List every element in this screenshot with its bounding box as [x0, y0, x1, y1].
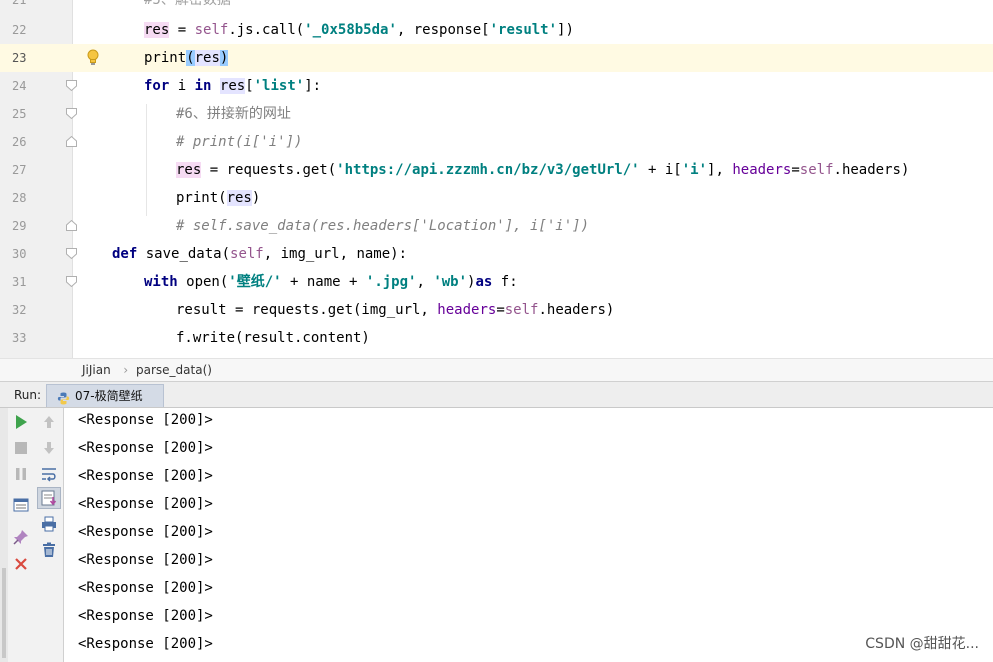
line-number: 31	[12, 275, 27, 289]
line-number: 32	[12, 303, 27, 317]
code-line-25[interactable]: 25 #6、拼接新的网址	[0, 100, 993, 128]
close-icon[interactable]	[12, 555, 30, 573]
run-label: Run:	[14, 388, 42, 402]
watermark: CSDN @甜甜花...	[865, 636, 979, 652]
line-number: 30	[12, 247, 27, 261]
run-toolbar-primary	[8, 408, 36, 662]
code-comment: #5、解密数据	[144, 0, 231, 8]
code-line-33[interactable]: 33 f.write(result.content)	[0, 324, 993, 352]
console-output[interactable]: <Response [200]> <Response [200]> <Respo…	[64, 408, 993, 662]
trash-icon[interactable]	[40, 541, 58, 559]
lightbulb-icon[interactable]	[86, 49, 100, 67]
code-line-24[interactable]: 24 for i in res['list']:	[0, 72, 993, 100]
code-line-32[interactable]: 32 result = requests.get(img_url, header…	[0, 296, 993, 324]
console-line: <Response [200]>	[78, 496, 213, 512]
code-text: with open('壁纸/' + name + '.jpg', 'wb')as…	[144, 274, 518, 290]
code-line-29[interactable]: 29 # self.save_data(res.headers['Locatio…	[0, 212, 993, 240]
run-tab-label: 07-极简壁纸	[75, 389, 143, 403]
run-icon[interactable]	[12, 413, 30, 431]
breadcrumb-separator: ›	[122, 363, 130, 377]
code-comment: # self.save_data(res.headers['Location']…	[176, 218, 590, 234]
fold-marker-icon[interactable]	[66, 108, 77, 119]
arrow-up-icon[interactable]	[40, 413, 58, 431]
fold-end-icon[interactable]	[66, 220, 77, 231]
console-line: <Response [200]>	[78, 552, 213, 568]
breadcrumb-item-class[interactable]: JiJian	[82, 359, 111, 383]
code-line-31[interactable]: 31 with open('壁纸/' + name + '.jpg', 'wb'…	[0, 268, 993, 296]
stop-icon[interactable]	[12, 439, 30, 457]
breadcrumb-item-function[interactable]: parse_data()	[136, 359, 212, 383]
console-line: <Response [200]>	[78, 468, 213, 484]
console-line: <Response [200]>	[78, 412, 213, 428]
code-line-21[interactable]: 21 #5、解密数据	[0, 0, 993, 14]
pause-icon[interactable]	[12, 465, 30, 483]
line-number: 27	[12, 163, 27, 177]
run-toolbar-secondary	[35, 408, 64, 662]
console-line: <Response [200]>	[78, 524, 213, 540]
line-number: 22	[12, 23, 27, 37]
code-line-27[interactable]: 27 res = requests.get('https://api.zzzmh…	[0, 156, 993, 184]
code-text: print(res)	[144, 50, 229, 66]
fold-marker-icon[interactable]	[66, 276, 77, 287]
fold-end-icon[interactable]	[66, 136, 77, 147]
code-text: def save_data(self, img_url, name):	[112, 246, 408, 262]
run-tab[interactable]: 07-极简壁纸	[46, 384, 164, 407]
line-number: 25	[12, 107, 27, 121]
line-number: 23	[12, 51, 27, 65]
code-text: print(res)	[176, 190, 261, 206]
python-file-icon	[57, 390, 70, 405]
code-line-23-current[interactable]: 23 print(res)	[0, 44, 993, 72]
pin-icon[interactable]	[12, 528, 30, 546]
layout-icon[interactable]	[12, 496, 30, 514]
code-line-28[interactable]: 28 print(res)	[0, 184, 993, 212]
console-line: <Response [200]>	[78, 440, 213, 456]
code-text: result = requests.get(img_url, headers=s…	[176, 302, 615, 318]
code-text: for i in res['list']:	[144, 78, 322, 94]
console-line: <Response [200]>	[78, 636, 213, 652]
fold-marker-icon[interactable]	[66, 80, 77, 91]
fold-marker-icon[interactable]	[66, 248, 77, 259]
line-number: 24	[12, 79, 27, 93]
run-panel-header: Run: 07-极简壁纸	[0, 382, 993, 408]
arrow-down-icon[interactable]	[40, 439, 58, 457]
line-number: 29	[12, 219, 27, 233]
code-editor[interactable]: 21 #5、解密数据 22 res = self.js.call('_0x58b…	[0, 0, 993, 358]
line-number: 21	[12, 0, 27, 7]
code-comment: #6、拼接新的网址	[176, 106, 291, 122]
line-number: 26	[12, 135, 27, 149]
code-text: res = requests.get('https://api.zzzmh.cn…	[176, 162, 910, 178]
breadcrumb: JiJian › parse_data()	[0, 358, 993, 382]
scroll-to-end-icon[interactable]	[37, 487, 61, 509]
line-number: 33	[12, 331, 27, 345]
code-line-26[interactable]: 26 # print(i['i'])	[0, 128, 993, 156]
code-line-22[interactable]: 22 res = self.js.call('_0x58b5da', respo…	[0, 16, 993, 44]
console-line: <Response [200]>	[78, 580, 213, 596]
soft-wrap-icon[interactable]	[40, 465, 58, 483]
code-line-30[interactable]: 30 def save_data(self, img_url, name):	[0, 240, 993, 268]
line-number: 28	[12, 191, 27, 205]
code-text: f.write(result.content)	[176, 330, 370, 346]
code-text: res = self.js.call('_0x58b5da', response…	[144, 22, 574, 38]
console-line: <Response [200]>	[78, 608, 213, 624]
print-icon[interactable]	[40, 515, 58, 533]
code-comment: # print(i['i'])	[176, 134, 303, 150]
